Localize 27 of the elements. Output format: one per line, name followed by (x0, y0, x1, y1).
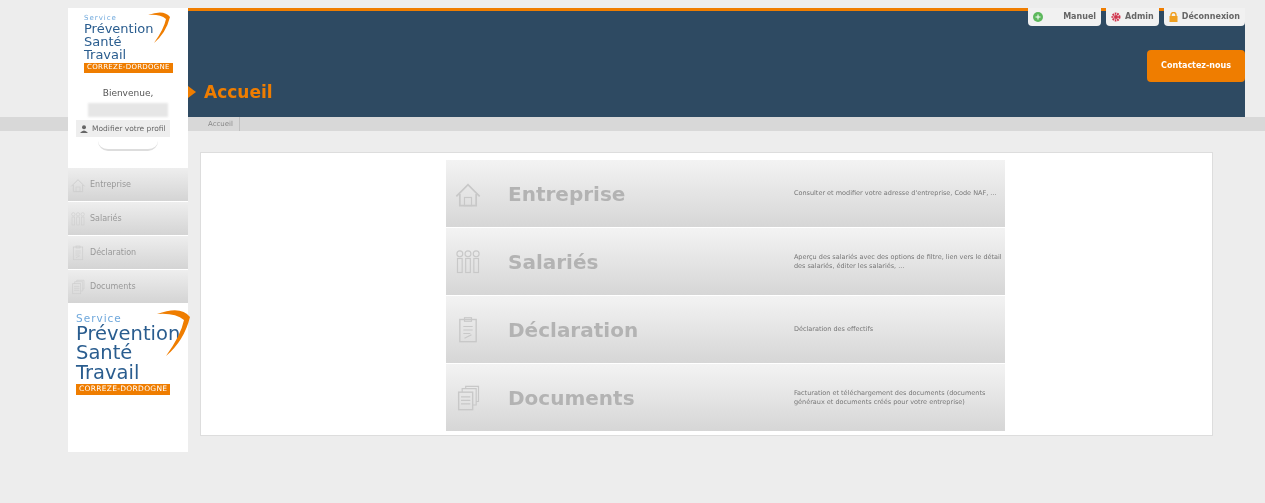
page-title: Accueil (204, 80, 273, 104)
help-icon (1033, 12, 1044, 22)
documents-icon (70, 278, 86, 295)
people-icon (454, 247, 482, 276)
logo-text: Prévention (76, 323, 181, 344)
logo-text: Travail (76, 362, 140, 383)
people-icon (70, 210, 86, 227)
logo-text: Santé (84, 35, 122, 48)
clipboard-icon (70, 244, 86, 261)
settings-icon (1111, 12, 1122, 22)
welcome-text: Bienvenue, (101, 86, 155, 100)
top-link[interactable]: Déconnexion (1163, 8, 1245, 26)
lock-icon (1168, 12, 1178, 22)
contact-button[interactable]: Contactez-nous (1147, 50, 1245, 82)
sidebar-item[interactable]: Entreprise (68, 168, 188, 202)
top-link[interactable]: Admin (1106, 8, 1159, 26)
logo-text: Travail (84, 48, 127, 61)
arrow-icon (188, 86, 196, 99)
logo-text: Santé (76, 343, 133, 363)
logo-text: Prévention (84, 22, 154, 35)
sidebar-item[interactable]: Déclaration (68, 236, 188, 270)
top-link[interactable]: Manuel (1028, 8, 1102, 26)
sidebar-item[interactable]: Documents (68, 270, 188, 304)
house-icon (70, 176, 86, 193)
user-icon (80, 124, 88, 133)
logo-text: Service (76, 313, 122, 324)
sidebar-item[interactable]: Salariés (68, 202, 188, 236)
